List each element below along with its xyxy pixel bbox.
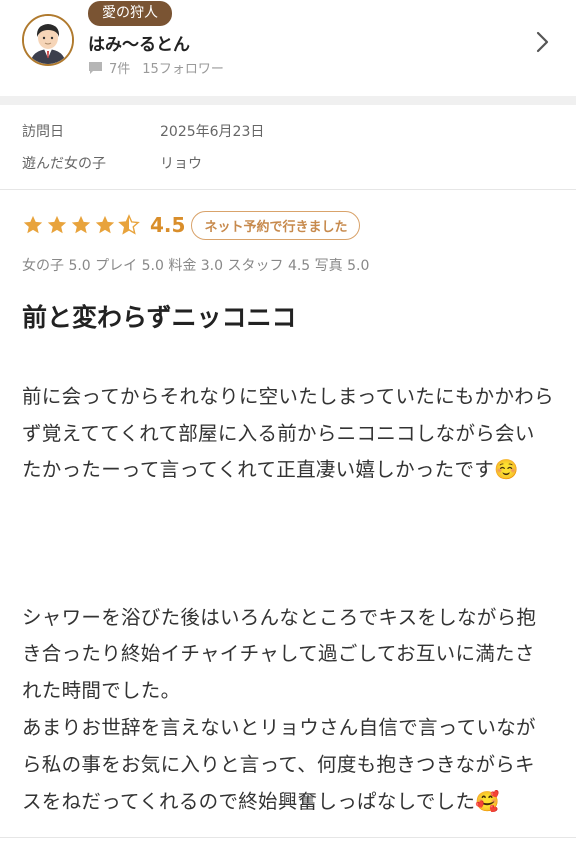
rating-row: 4.5 ネット予約で行きました <box>0 192 576 258</box>
reviewer-rank-badge: 愛の狩人 <box>88 1 172 26</box>
divider <box>0 837 576 838</box>
section-divider <box>0 96 576 105</box>
divider <box>0 189 576 190</box>
star-full-icon <box>23 215 43 234</box>
star-full-icon <box>95 215 115 234</box>
booking-badge: ネット予約で行きました <box>191 210 361 240</box>
review-paragraph: 前に会ってからそれなりに空いたしまっていたにもかかわらず覚えててくれて部屋に入る… <box>22 384 554 482</box>
chevron-right-icon[interactable] <box>532 30 552 54</box>
review-count: 7件 <box>109 62 131 77</box>
review-title: 前と変わらずニッコニコ <box>22 303 297 332</box>
review-paragraph: シャワーを浴びた後はいろんなところでキスをしながら抱き合ったり終始イチャイチャし… <box>22 605 537 813</box>
girl-value: リョウ <box>160 156 202 172</box>
rating-score: 4.5 <box>150 213 186 237</box>
star-full-icon <box>71 215 91 234</box>
girl-label: 遊んだ女の子 <box>22 156 106 172</box>
comment-icon <box>89 61 102 74</box>
reviewer-stats: 7件 15フォロワー <box>88 58 224 77</box>
visit-info: 訪問日 2025年6月23日 遊んだ女の子 リョウ <box>0 105 576 189</box>
girl-row: 遊んだ女の子 リョウ <box>22 147 554 179</box>
reviewer-name[interactable]: はみ〜るとん <box>88 30 190 55</box>
star-rating <box>22 214 140 236</box>
follower-count: 15フォロワー <box>142 62 224 77</box>
rating-breakdown: 女の子 5.0 プレイ 5.0 料金 3.0 スタッフ 4.5 写真 5.0 <box>22 258 370 274</box>
visit-date-value: 2025年6月23日 <box>160 124 265 140</box>
visit-date-row: 訪問日 2025年6月23日 <box>22 115 554 147</box>
star-half-icon <box>118 214 140 235</box>
avatar-illustration <box>24 16 72 64</box>
visit-date-label: 訪問日 <box>22 124 64 140</box>
star-full-icon <box>47 215 67 234</box>
reviewer-profile[interactable]: 愛の狩人 はみ〜るとん 7件 15フォロワー <box>0 0 576 96</box>
avatar[interactable] <box>22 14 74 66</box>
review-body: 前に会ってからそれなりに空いたしまっていたにもかかわらず覚えててくれて部屋に入る… <box>0 342 576 857</box>
